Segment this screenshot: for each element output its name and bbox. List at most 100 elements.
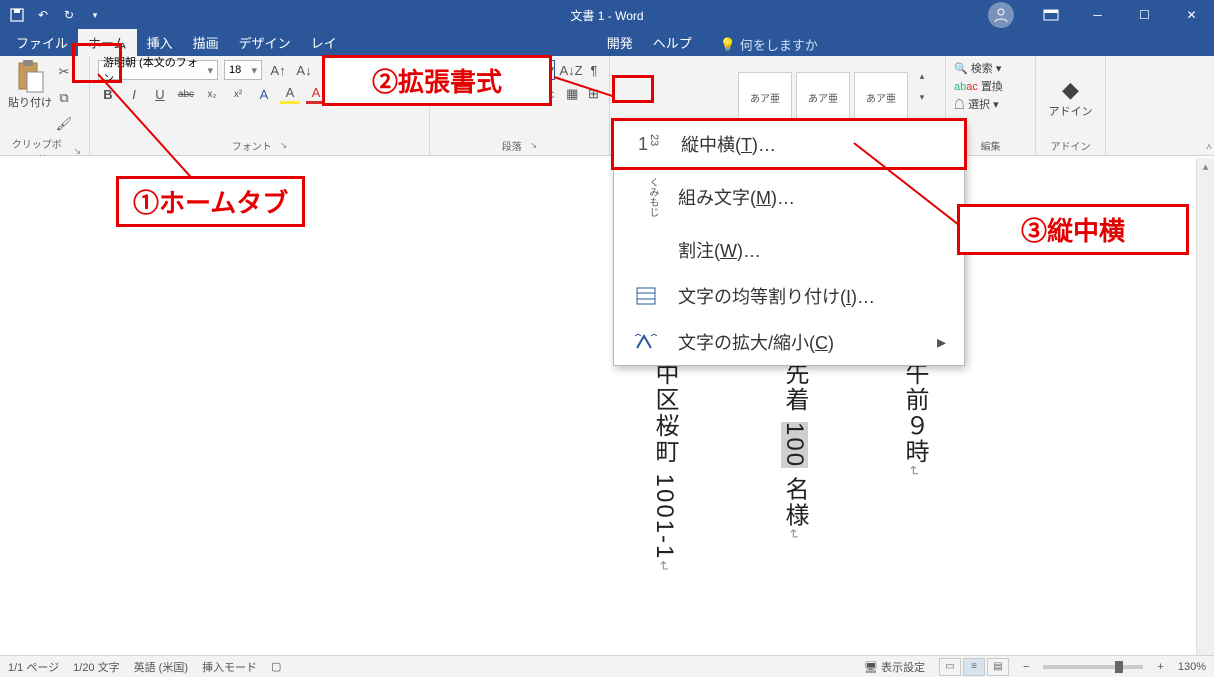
ribbon: 貼り付け ✂ ⧉ 🖌 クリップボード↘ 游明朝 (本文のフォン▾ 18▾ A↑ … [0,56,1214,156]
submenu-arrow-icon: ▸ [937,332,946,353]
format-painter-icon[interactable]: 🖌 [54,114,74,134]
view-web-icon[interactable]: ▤ [987,658,1009,676]
menu-tatechuyoko-label: 縦中横(T)… [681,131,776,157]
paste-button[interactable]: 貼り付け [8,60,52,110]
style-nospacing[interactable]: あア亜 [796,72,850,122]
tab-develop[interactable]: 開発 [597,29,643,56]
tab-home[interactable]: ホーム [78,29,137,56]
grow-font-icon[interactable]: A↑ [268,60,288,80]
cut-icon[interactable]: ✂ [54,62,74,82]
font-launcher-icon[interactable]: ↘ [280,140,288,151]
menu-kumimoji-label: 組み文字(M)… [678,184,795,210]
selected-text: 100 [781,422,808,468]
text-effects-button[interactable]: A [254,84,274,104]
newline-icon: ↵ [656,560,672,574]
paragraph-launcher-icon[interactable]: ↘ [530,140,538,151]
asian-layout-dropdown: 123 縦中横(T)… くみもじ 組み文字(M)… 割注(W)… 文字の均等割り… [613,120,965,366]
undo-icon[interactable]: ↶ [34,6,52,24]
save-icon[interactable] [8,6,26,24]
zoom-slider[interactable] [1043,665,1143,669]
zoom-value[interactable]: 130% [1178,661,1206,673]
group-clipboard: 貼り付け ✂ ⧉ 🖌 クリップボード↘ [0,56,90,155]
sort-icon[interactable]: A↓Z [561,60,581,80]
font-group-label: フォント [232,138,272,153]
display-settings[interactable]: 🖥 表示設定 [864,659,925,675]
menu-tatechuyoko[interactable]: 123 縦中横(T)… [611,118,967,170]
macro-record-icon[interactable]: ▢ [271,660,281,673]
zoom-knob[interactable] [1115,661,1123,673]
shading-icon[interactable]: ▦ [565,84,580,104]
tell-me-search[interactable]: 💡 何をしますか [714,33,824,56]
tab-design[interactable]: デザイン [229,29,301,56]
superscript-button[interactable]: x² [228,84,248,104]
doc-col-address: 中区桜町 1001-1↵ [640,361,688,574]
addins-group-label: アドイン [1051,138,1091,153]
chevron-down-icon: ▾ [207,64,213,77]
zoom-in-icon[interactable]: + [1157,661,1163,673]
font-size-value: 18 [229,64,241,76]
style-normal[interactable]: あア亜 [738,72,792,122]
style-heading1[interactable]: あア亜 [854,72,908,122]
find-button[interactable]: 🔍 検索 ▾ [954,60,1027,76]
show-marks-icon[interactable]: ¶ [587,60,601,80]
status-mode[interactable]: 挿入モード [202,659,257,675]
subscript-button[interactable]: x₂ [202,84,222,104]
select-button[interactable]: ☖ 選択 ▾ [954,96,1027,112]
highlight-button[interactable]: A [280,84,300,104]
tatechuyoko-icon: 123 [635,134,663,155]
clipboard-launcher-icon[interactable]: ↘ [73,146,81,157]
tab-help[interactable]: ヘルプ [643,29,702,56]
status-lang[interactable]: 英語 (米国) [134,659,188,675]
menu-warichu-label: 割注(W)… [678,237,761,263]
quick-access-toolbar: ↶ ↻ ▾ [0,6,112,24]
strikethrough-button[interactable]: abc [176,84,196,104]
view-print-icon[interactable]: ≡ [963,658,985,676]
tell-me-label: 何をしますか [740,35,818,54]
minimize-icon[interactable]: ─ [1075,0,1120,30]
styles-more-up-icon[interactable]: ▴ [912,66,932,86]
tab-file[interactable]: ファイル [6,29,78,56]
menu-kintou[interactable]: 文字の均等割り付け(I)… [614,273,964,319]
italic-button[interactable]: I [124,84,144,104]
group-addins: ◆ アドイン アドイン [1036,56,1106,155]
kumimoji-icon: くみもじ [632,177,660,217]
underline-button[interactable]: U [150,84,170,104]
menu-kumimoji[interactable]: くみもじ 組み文字(M)… [614,167,964,227]
font-name-combo[interactable]: 游明朝 (本文のフォン▾ [98,60,218,80]
account-icon[interactable] [988,2,1014,28]
paste-label: 貼り付け [8,94,52,110]
font-name-value: 游明朝 (本文のフォン [103,54,207,86]
ribbon-display-icon[interactable] [1028,0,1073,30]
copy-icon[interactable]: ⧉ [54,88,74,108]
tab-draw[interactable]: 描画 [183,29,229,56]
status-words[interactable]: 1/20 文字 [73,659,119,675]
shrink-font-icon[interactable]: A↓ [294,60,314,80]
kintou-icon [632,287,660,305]
menu-kintou-label: 文字の均等割り付け(I)… [678,283,875,309]
scroll-up-icon[interactable]: ▴ [1200,160,1212,174]
qat-dropdown-icon[interactable]: ▾ [86,6,104,24]
collapse-ribbon-icon[interactable]: ˄ [1206,142,1212,153]
addins-label: アドイン [1049,103,1093,119]
styles-more-down-icon[interactable]: ▾ [912,87,932,107]
status-page[interactable]: 1/1 ページ [8,659,59,675]
vertical-scrollbar[interactable]: ▴ [1196,158,1214,655]
view-read-icon[interactable]: ▭ [939,658,961,676]
menu-scale-label: 文字の拡大/縮小(C) [678,329,834,355]
font-size-combo[interactable]: 18▾ [224,60,262,80]
lightbulb-icon: 💡 [720,37,736,53]
tab-insert[interactable]: 挿入 [137,29,183,56]
maximize-icon[interactable]: ☐ [1122,0,1167,30]
addins-button[interactable]: ◆ アドイン [1049,77,1093,119]
view-buttons: ▭ ≡ ▤ [939,658,1009,676]
newline-icon: ↵ [786,528,802,542]
replace-button[interactable]: abac 置換 [954,78,1027,94]
menu-scale[interactable]: 文字の拡大/縮小(C) ▸ [614,319,964,365]
callout-2: ②拡張書式 [322,55,552,106]
close-icon[interactable]: ✕ [1169,0,1214,30]
doc-col-time: 午前９時↵ [890,361,938,479]
menu-warichu[interactable]: 割注(W)… [614,227,964,273]
zoom-out-icon[interactable]: − [1023,661,1029,673]
redo-icon[interactable]: ↻ [60,6,78,24]
tab-layout[interactable]: レイ [301,29,347,56]
